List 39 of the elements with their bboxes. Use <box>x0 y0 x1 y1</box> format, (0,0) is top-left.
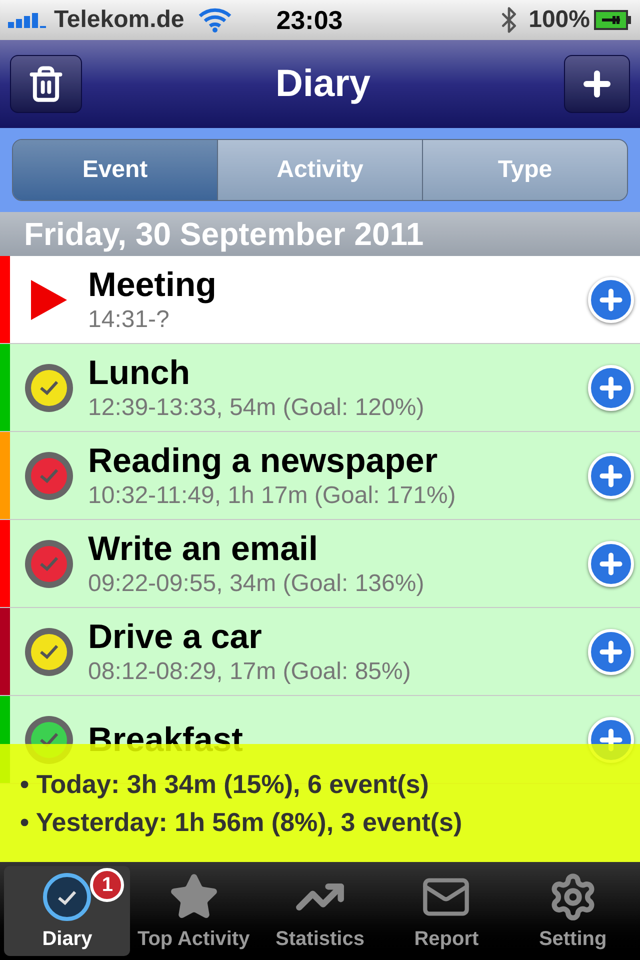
event-row[interactable]: Write an email 09:22-09:55, 34m (Goal: 136%) <box>0 520 640 608</box>
screen-title: Diary <box>275 62 371 106</box>
event-detail: 08:12-08:29, 17m (Goal: 85%) <box>88 656 412 686</box>
tab-item[interactable]: Report <box>383 866 510 956</box>
carrier-name: Telekom.de <box>54 5 184 35</box>
add-button[interactable] <box>588 628 634 674</box>
tab-item[interactable]: Statistics <box>256 866 384 956</box>
section-header: Friday, 30 September 2011 <box>0 212 640 256</box>
wifi-icon <box>198 7 232 33</box>
add-event-button[interactable] <box>564 55 630 113</box>
event-row[interactable]: Lunch 12:39-13:33, 54m (Goal: 120%) <box>0 344 640 432</box>
event-row[interactable]: Meeting 14:31-? <box>0 256 640 344</box>
clock-time: 23:03 <box>276 4 343 36</box>
add-button[interactable] <box>588 540 634 586</box>
event-row[interactable]: Reading a newspaper 10:32-11:49, 1h 17m (Goal: 171%) <box>0 432 640 520</box>
trash-icon <box>27 65 65 103</box>
event-title: Lunch <box>88 352 191 392</box>
tab-item[interactable]: Top Activity <box>130 866 257 956</box>
notification-badge: 1 <box>90 868 124 902</box>
add-button[interactable] <box>588 364 634 410</box>
segment-tab[interactable]: Event <box>13 140 217 200</box>
clock-icon <box>42 872 92 922</box>
event-detail: 12:39-13:33, 54m (Goal: 120%) <box>88 392 426 422</box>
signal-icon <box>8 10 48 30</box>
event-title: Meeting <box>88 264 218 304</box>
summary-line: • Yesterday: 1h 56m (8%), 3 event(s) <box>20 806 464 839</box>
event-title: Drive a car <box>88 616 263 656</box>
event-title: Reading a newspaper <box>88 440 439 480</box>
tab-item[interactable]: Diary 1 <box>4 866 130 956</box>
battery-percent: 100% <box>528 5 590 35</box>
battery-icon <box>594 10 632 30</box>
event-title: Write an email <box>88 528 319 568</box>
event-row[interactable]: Drive a car 08:12-08:29, 17m (Goal: 85%) <box>0 608 640 696</box>
event-detail: 09:22-09:55, 34m (Goal: 136%) <box>88 568 426 598</box>
event-detail: 14:31-? <box>88 304 170 334</box>
event-detail: 10:32-11:49, 1h 17m (Goal: 171%) <box>88 480 457 510</box>
tab-item[interactable]: Setting <box>510 866 636 956</box>
delete-button[interactable] <box>10 55 82 113</box>
add-button[interactable] <box>588 452 634 498</box>
